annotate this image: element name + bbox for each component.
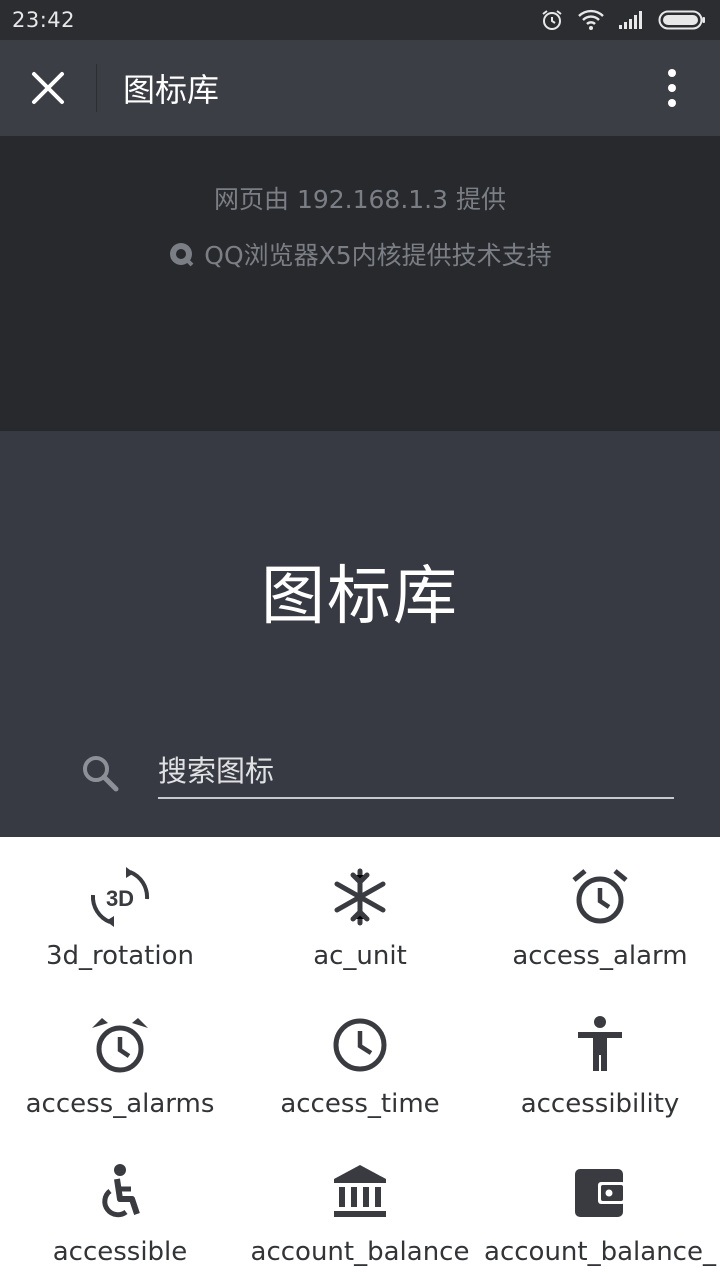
more-options-button[interactable]	[624, 40, 720, 136]
icon-label: ac_unit	[313, 941, 407, 971]
wifi-icon	[578, 9, 604, 31]
alarm-icon	[540, 8, 564, 32]
close-button[interactable]	[0, 40, 96, 136]
icon-cell-account-balance[interactable]: account_balance	[240, 1133, 480, 1281]
provider-source-text: 网页由 192.168.1.3 提供	[214, 185, 506, 214]
hero-header: 图标库	[0, 431, 720, 837]
icon-label: access_alarms	[25, 1089, 215, 1119]
icon-cell-ac-unit[interactable]: ac_unit	[240, 837, 480, 985]
icon-label: accessible	[52, 1237, 188, 1267]
provider-notice: 网页由 192.168.1.3 提供 QQ浏览器X5内核提供技术支持	[0, 136, 720, 431]
icon-cell-accessible[interactable]: accessible	[0, 1133, 240, 1281]
battery-icon	[658, 9, 706, 31]
svg-text:3D: 3D	[106, 886, 134, 911]
close-icon	[32, 72, 64, 104]
icon-label: 3d_rotation	[45, 941, 194, 971]
icon-label: access_alarm	[512, 941, 688, 971]
icon-cell-accessibility[interactable]: accessibility	[480, 985, 720, 1133]
icon-cell-access-alarm[interactable]: access_alarm	[480, 837, 720, 985]
accessible-icon	[86, 1159, 154, 1227]
icon-label: access_time	[280, 1089, 440, 1119]
icon-label: account_balance	[250, 1237, 470, 1267]
search-icon	[80, 753, 120, 793]
status-time: 23:42	[12, 8, 76, 32]
icon-cell-account-balance-wallet[interactable]: account_balance_	[480, 1133, 720, 1281]
access-alarm-icon	[566, 863, 634, 931]
status-bar: 23:42	[0, 0, 720, 40]
accessibility-icon	[566, 1011, 634, 1079]
signal-icon	[618, 10, 644, 30]
icon-label: accessibility	[520, 1089, 680, 1119]
account-balance-wallet-icon	[566, 1159, 634, 1227]
more-vert-icon	[668, 69, 676, 107]
provider-engine-text: QQ浏览器X5内核提供技术支持	[204, 241, 552, 270]
icon-label: account_balance_	[484, 1237, 716, 1267]
status-icons	[540, 8, 706, 32]
icon-cell-access-time[interactable]: access_time	[240, 985, 480, 1133]
access-time-icon	[326, 1011, 394, 1079]
provider-engine-row: QQ浏览器X5内核提供技术支持	[0, 236, 720, 272]
title-bar: 图标库	[0, 40, 720, 136]
icon-cell-3d-rotation[interactable]: 3D 3d_rotation	[0, 837, 240, 985]
title-divider	[96, 64, 97, 112]
3d-rotation-icon: 3D	[86, 863, 154, 931]
icon-grid: 3D 3d_rotation ac_unit access_alarm acce…	[0, 837, 720, 1280]
icon-cell-access-alarms[interactable]: access_alarms	[0, 985, 240, 1133]
qq-browser-icon	[170, 243, 194, 267]
hero-title: 图标库	[261, 560, 459, 634]
account-balance-icon	[326, 1159, 394, 1227]
ac-unit-icon	[326, 863, 394, 931]
access-alarms-icon	[86, 1011, 154, 1079]
search-input[interactable]	[158, 745, 674, 799]
page-title: 图标库	[123, 71, 220, 109]
